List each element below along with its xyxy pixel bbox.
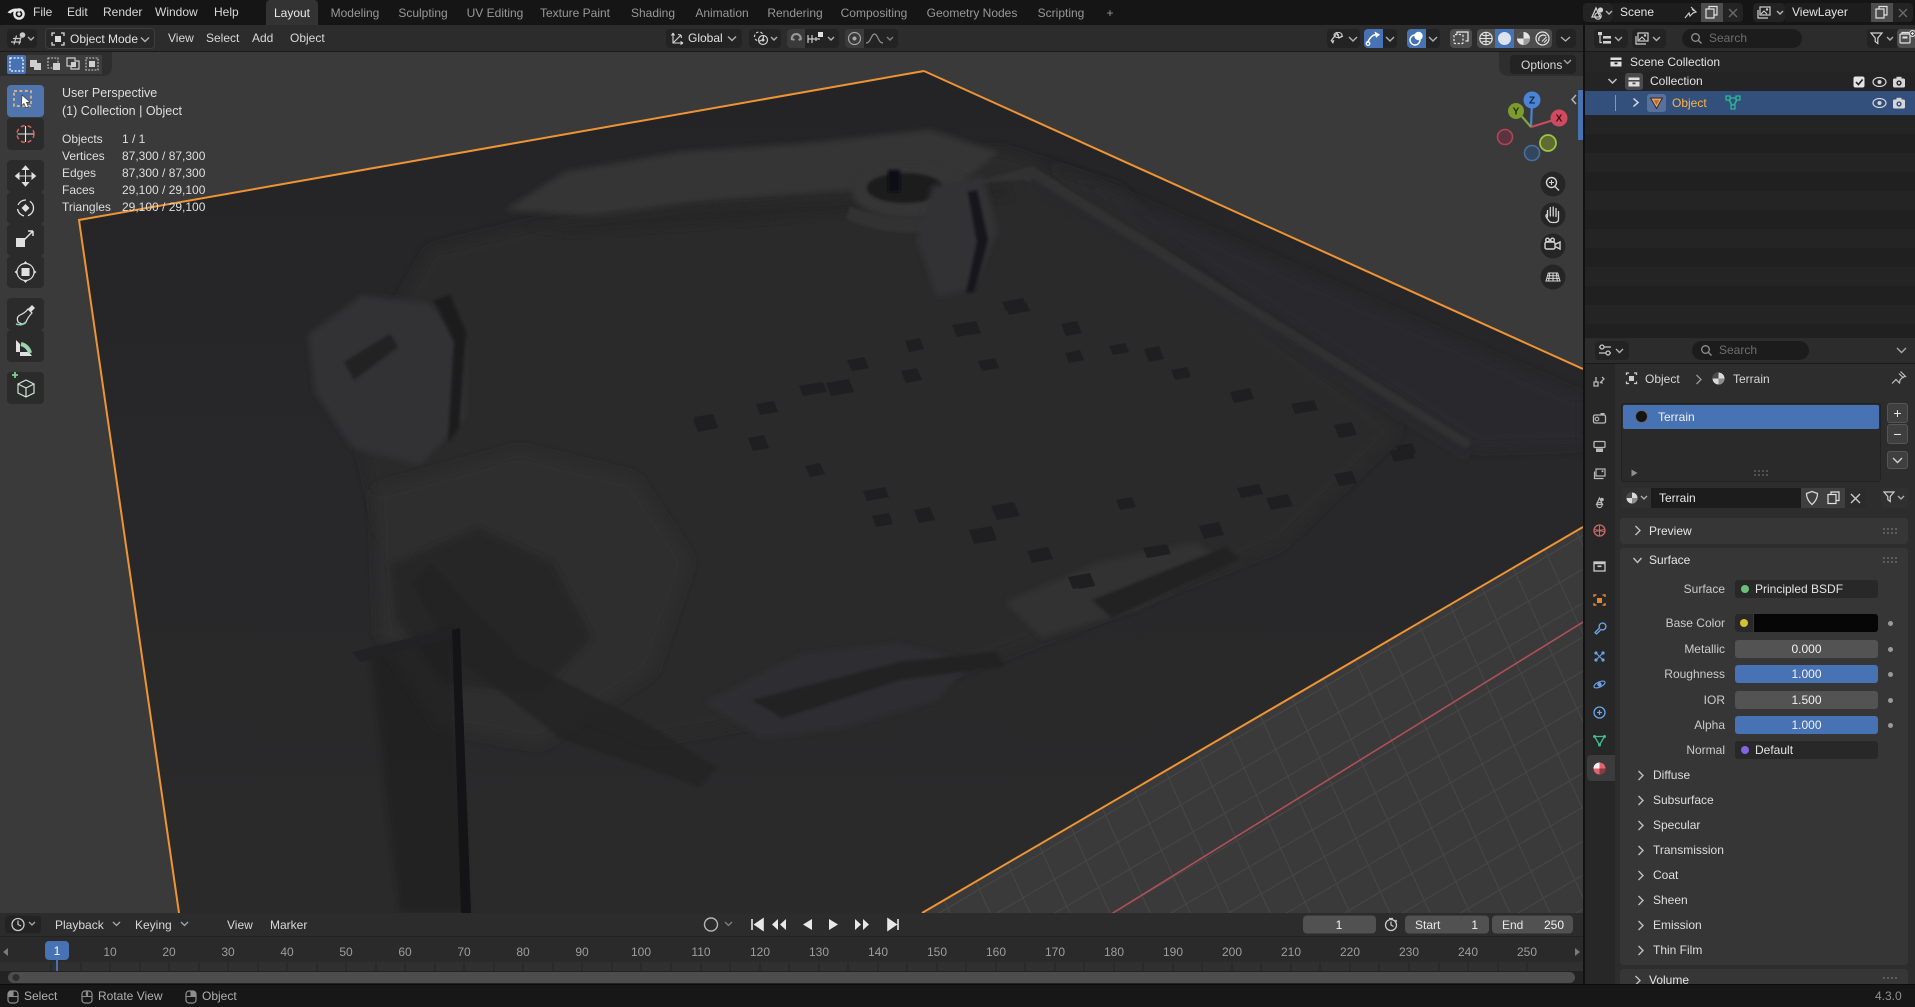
svg-text:Edges: Edges [62,166,96,180]
svg-text:Keying: Keying [135,918,172,932]
svg-text:90: 90 [575,945,589,959]
svg-text:210: 210 [1281,945,1301,959]
svg-text:Faces: Faces [62,183,95,197]
svg-text:170: 170 [1045,945,1065,959]
svg-text:180: 180 [1104,945,1124,959]
svg-text:50: 50 [339,945,353,959]
svg-text:Vertices: Vertices [62,149,105,163]
svg-text:110: 110 [691,945,710,959]
svg-text:1: 1 [1471,918,1478,932]
svg-text:130: 130 [809,945,829,959]
svg-text:X: X [1556,114,1563,125]
svg-text:230: 230 [1399,945,1419,959]
svg-text:100: 100 [631,945,651,959]
svg-text:Objects: Objects [62,132,103,146]
svg-text:Triangles: Triangles [62,200,111,214]
svg-text:User Perspective: User Perspective [62,86,157,100]
svg-text:1: 1 [54,944,61,958]
svg-text:240: 240 [1458,945,1478,959]
svg-text:View: View [227,918,253,932]
svg-text:220: 220 [1340,945,1360,959]
svg-text:1: 1 [1336,918,1343,932]
svg-text:Z: Z [1529,96,1535,107]
svg-text:Playback: Playback [55,918,105,932]
svg-text:Options: Options [1521,58,1562,72]
svg-text:87,300 / 87,300: 87,300 / 87,300 [122,166,206,180]
svg-text:20: 20 [162,945,176,959]
svg-text:29,100 / 29,100: 29,100 / 29,100 [122,200,206,214]
svg-text:190: 190 [1163,945,1183,959]
svg-text:87,300 / 87,300: 87,300 / 87,300 [122,149,206,163]
svg-text:250: 250 [1517,945,1537,959]
svg-text:250: 250 [1544,918,1564,932]
svg-text:120: 120 [750,945,770,959]
svg-text:200: 200 [1222,945,1242,959]
svg-text:End: End [1502,918,1523,932]
svg-text:Y: Y [1513,107,1520,118]
svg-text:Marker: Marker [270,918,307,932]
svg-text:80: 80 [516,945,530,959]
svg-text:30: 30 [221,945,235,959]
svg-text:29,100 / 29,100: 29,100 / 29,100 [122,183,206,197]
svg-text:40: 40 [280,945,294,959]
svg-text:60: 60 [398,945,412,959]
svg-text:150: 150 [927,945,947,959]
svg-text:160: 160 [986,945,1006,959]
svg-text:140: 140 [868,945,888,959]
svg-text:Start: Start [1415,918,1441,932]
svg-text:(1) Collection | Object: (1) Collection | Object [62,104,182,118]
svg-text:10: 10 [103,945,117,959]
svg-text:70: 70 [457,945,471,959]
svg-text:1 / 1: 1 / 1 [122,132,146,146]
